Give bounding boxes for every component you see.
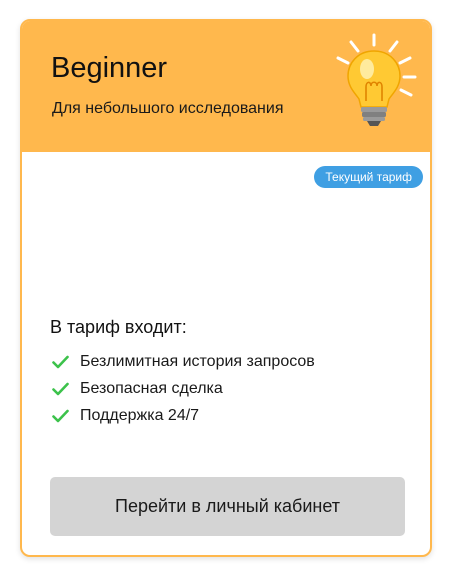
list-item: Безлимитная история запросов: [52, 348, 315, 375]
plan-title: Beginner: [51, 52, 168, 84]
check-icon: [52, 355, 69, 368]
current-plan-badge: Текущий тариф: [314, 166, 423, 188]
feature-label: Безлимитная история запросов: [80, 352, 315, 370]
includes-title: В тариф входит:: [50, 317, 187, 337]
check-icon: [52, 409, 69, 422]
go-to-account-button[interactable]: Перейти в личный кабинет: [50, 477, 405, 536]
feature-label: Безопасная сделка: [80, 379, 223, 397]
check-icon: [52, 382, 69, 395]
lightbulb-icon: [336, 33, 417, 126]
list-item: Поддержка 24/7: [52, 402, 315, 429]
plan-card: Beginner Для небольшого исследования Тек…: [20, 19, 432, 557]
feature-list: Безлимитная история запросов Безопасная …: [52, 348, 315, 429]
feature-label: Поддержка 24/7: [80, 406, 200, 424]
plan-subtitle: Для небольшого исследования: [52, 100, 284, 117]
list-item: Безопасная сделка: [52, 375, 315, 402]
plan-header: Beginner Для небольшого исследования: [22, 21, 430, 152]
